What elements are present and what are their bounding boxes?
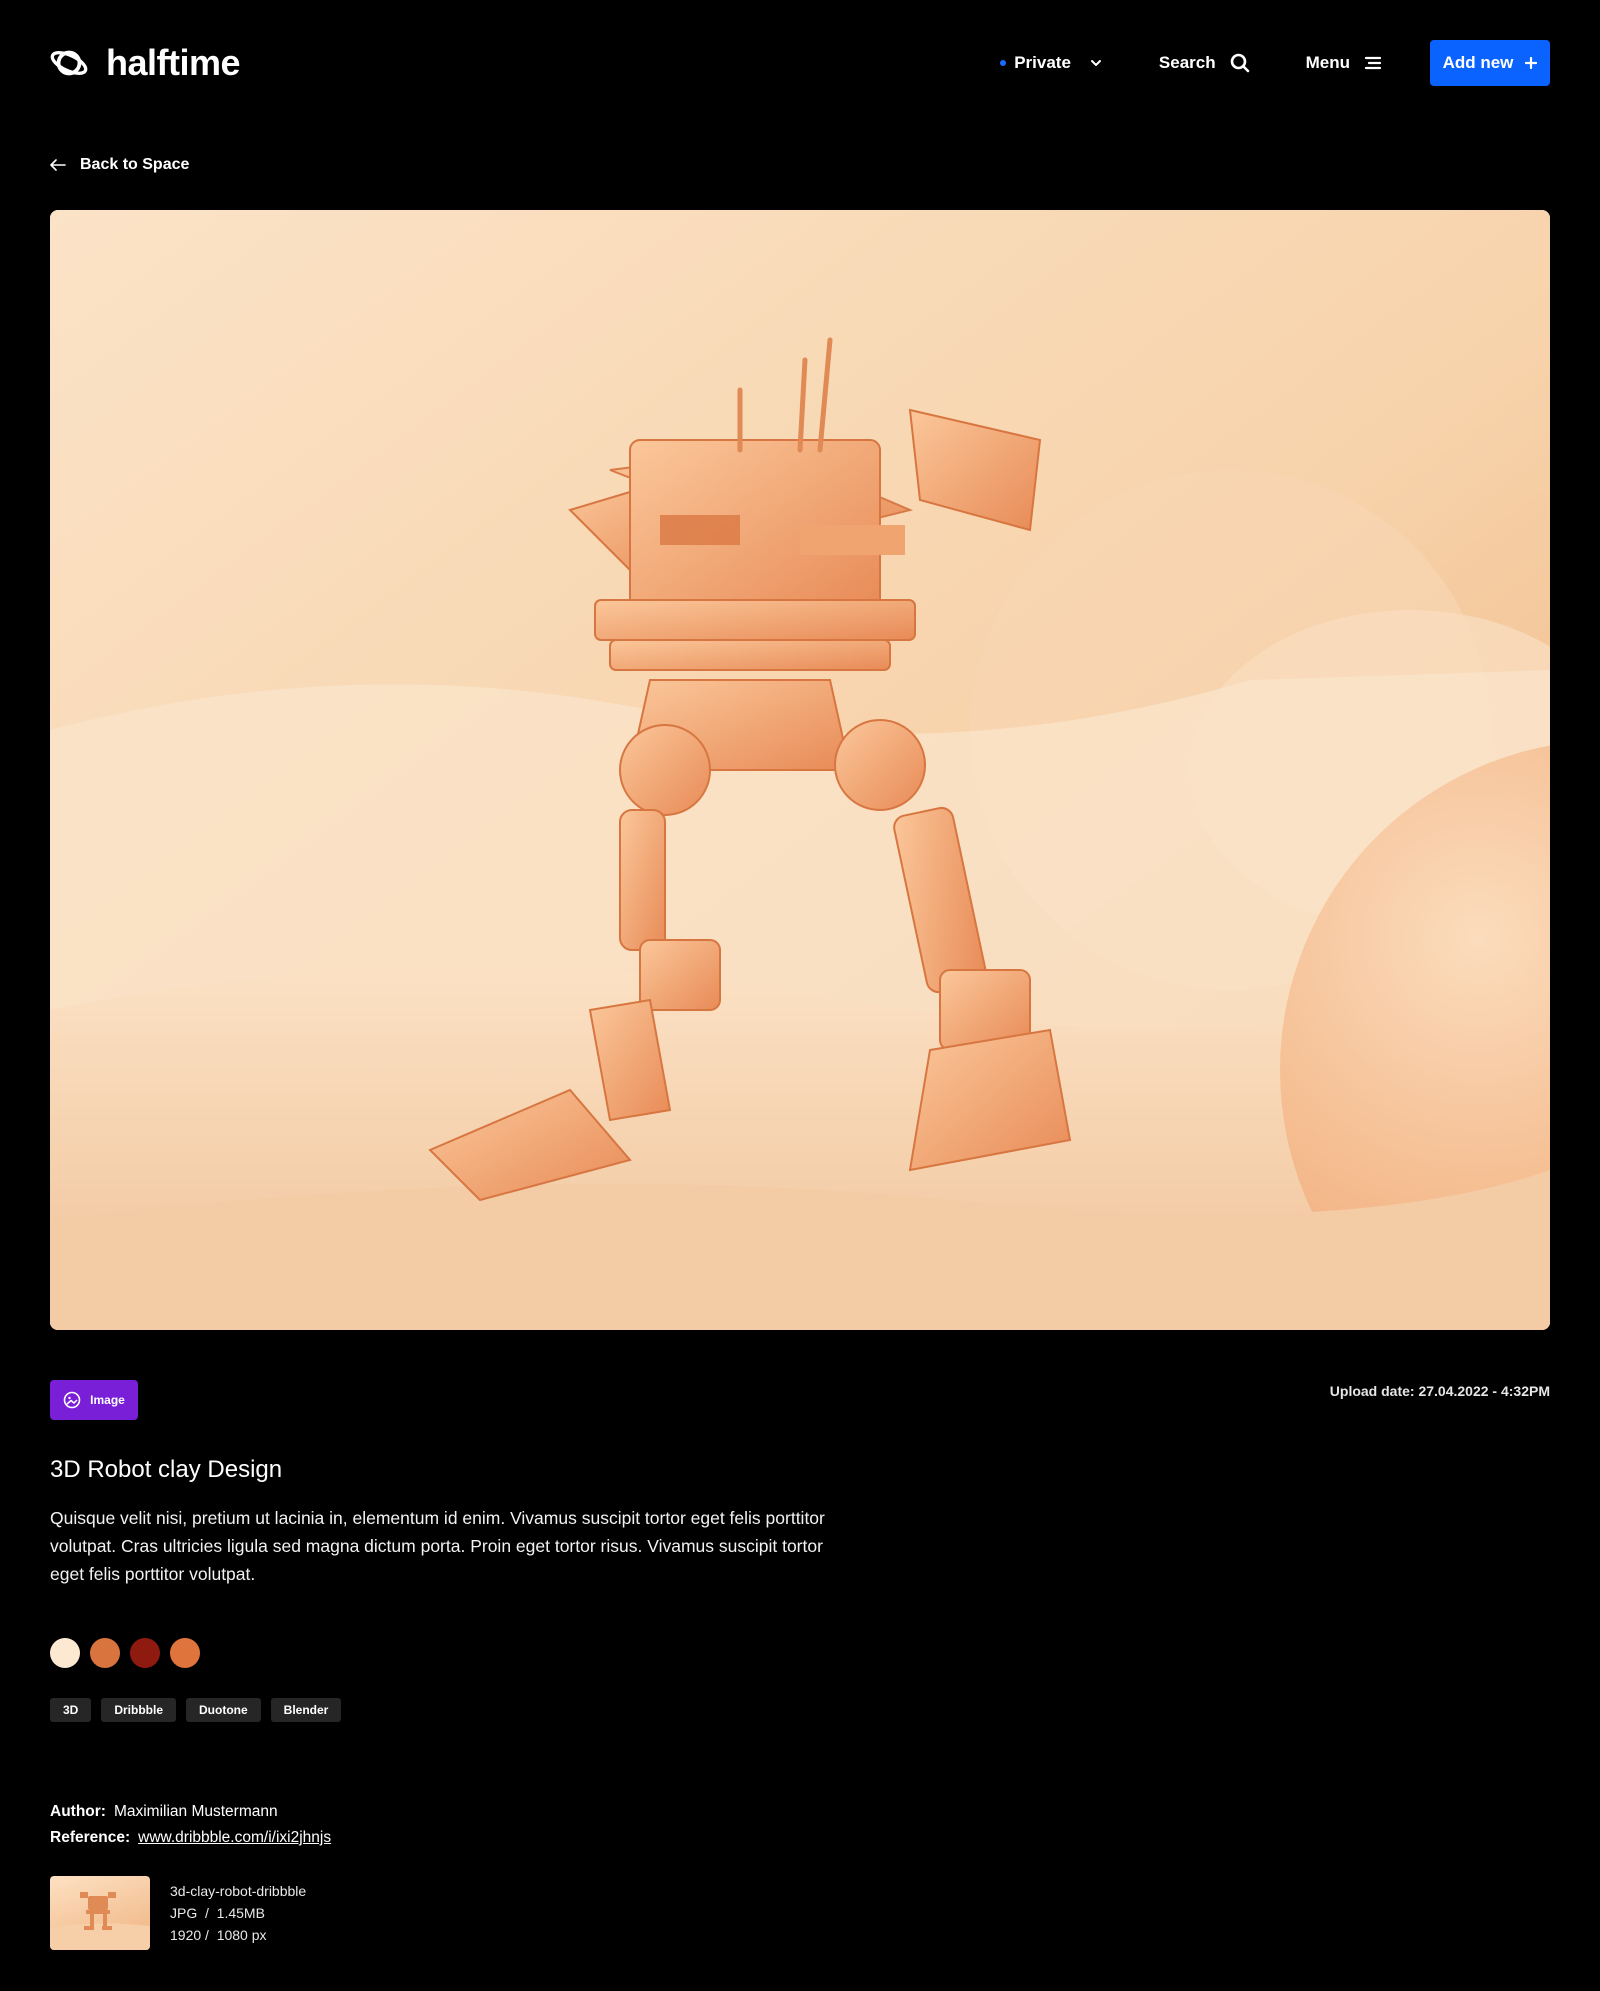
plus-icon xyxy=(1525,57,1538,69)
search-icon xyxy=(1230,53,1249,73)
menu-button[interactable]: Menu xyxy=(1306,53,1382,73)
menu-icon xyxy=(1364,56,1382,70)
upload-date: Upload date: 27.04.2022 - 4:32PM xyxy=(1329,1383,1550,1399)
file-format: JPG / 1.45MB xyxy=(170,1905,265,1921)
author-name: Maximilian Mustermann xyxy=(113,1803,278,1820)
color-swatch[interactable] xyxy=(130,1638,160,1668)
type-badge-label: Image xyxy=(90,1393,125,1407)
item-description: Quisque velit nisi, pretium ut lacinia i… xyxy=(50,1508,825,1584)
color-swatch[interactable] xyxy=(170,1638,200,1668)
file-thumbnail[interactable] xyxy=(50,1876,150,1950)
tag-dribbble[interactable]: Dribbble xyxy=(101,1698,177,1722)
tag-3d[interactable]: 3D xyxy=(50,1698,92,1722)
top-bar: halftime Private Search Menu Add new xyxy=(0,0,1600,125)
back-label: Back to Space xyxy=(80,156,190,173)
tag-list: 3D Dribbble Duotone Blender xyxy=(50,1698,342,1722)
arrow-left-icon xyxy=(50,159,66,171)
brand-name: halftime xyxy=(106,42,241,83)
thumbnail-robot-image xyxy=(50,1892,150,1950)
search-button[interactable]: Search xyxy=(1159,53,1250,73)
file-name: 3d-clay-robot-dribbble xyxy=(170,1883,307,1899)
header-nav: Private Search Menu Add new xyxy=(1000,40,1550,86)
planet-logo-icon xyxy=(50,50,88,76)
menu-label: Menu xyxy=(1305,53,1350,72)
author-row: Author: Maximilian Mustermann xyxy=(50,1799,331,1825)
reference-link[interactable]: www.dribbble.com/i/ixi2jhnjs xyxy=(138,1829,331,1846)
color-palette xyxy=(50,1638,200,1668)
reference-row: Reference: www.dribbble.com/i/ixi2jhnjs xyxy=(50,1825,331,1851)
add-new-button[interactable]: Add new xyxy=(1430,40,1550,86)
add-new-label: Add new xyxy=(1442,53,1514,72)
file-info: 3d-clay-robot-dribbble JPG / 1.45MB 1920… xyxy=(170,1876,306,1950)
item-meta: Author: Maximilian Mustermann Reference: w… xyxy=(50,1799,331,1851)
color-swatch[interactable] xyxy=(90,1638,120,1668)
chevron-down-icon xyxy=(1090,60,1101,66)
hero-image xyxy=(50,210,1550,1330)
file-card[interactable]: 3d-clay-robot-dribbble JPG / 1.45MB 1920… xyxy=(50,1876,306,1950)
author-label: Author: xyxy=(50,1803,106,1820)
type-badge: Image xyxy=(50,1380,138,1420)
color-swatch[interactable] xyxy=(50,1638,80,1668)
privacy-dropdown[interactable]: Private xyxy=(1000,53,1103,73)
item-title: 3D Robot clay Design xyxy=(50,1456,283,1483)
privacy-label: Private xyxy=(1014,53,1071,72)
reference-label: Reference: xyxy=(50,1829,131,1846)
file-dimensions: 1920 / 1080 px xyxy=(170,1927,267,1943)
image-type-icon xyxy=(63,1391,81,1409)
tag-duotone[interactable]: Duotone xyxy=(186,1698,261,1722)
back-to-space-link[interactable]: Back to Space xyxy=(50,156,189,174)
privacy-dot xyxy=(1000,60,1007,66)
search-label: Search xyxy=(1158,53,1216,72)
clay-robot-illustration xyxy=(50,210,1550,1330)
tag-blender[interactable]: Blender xyxy=(270,1698,342,1722)
logo[interactable]: halftime xyxy=(50,42,241,83)
